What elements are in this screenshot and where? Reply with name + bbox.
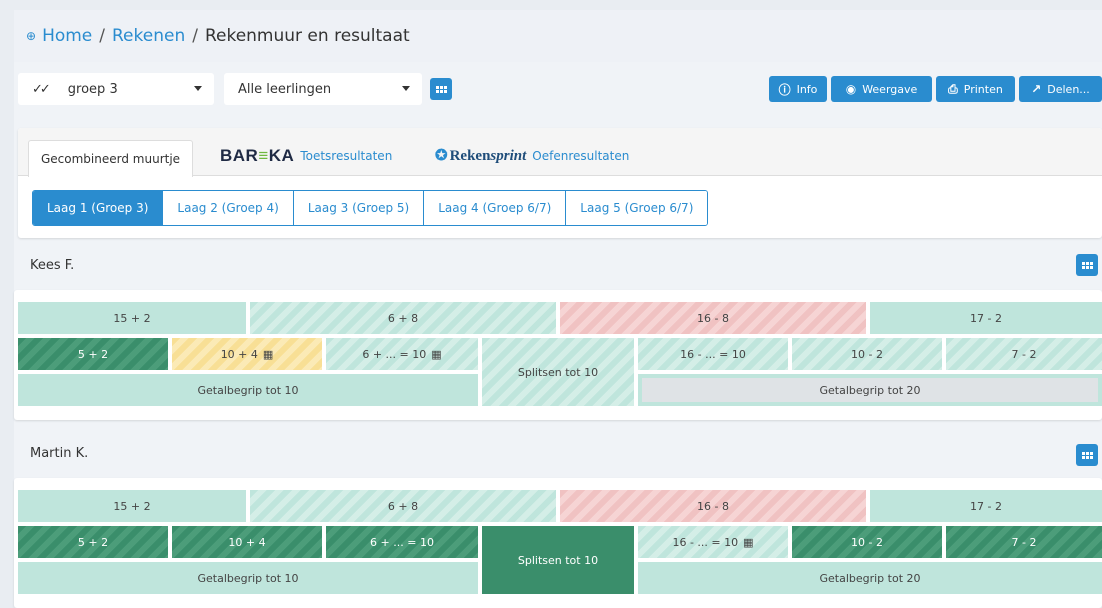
wall-cell-label: 10 + 4 — [220, 347, 258, 361]
grid-view-button[interactable] — [430, 78, 452, 100]
wall-cell[interactable]: 6 + 8 — [250, 490, 556, 522]
view-button-label: Weergave — [862, 82, 918, 96]
toolbar: ✓✓ groep 3 Alle leerlingen ⓘ Info ◉ Weer… — [18, 73, 1102, 105]
breadcrumb-separator: / — [192, 26, 198, 46]
double-check-icon: ✓✓ — [32, 81, 51, 97]
wall-cell[interactable]: 6 + ... = 10 ▦ — [326, 338, 478, 370]
wall-cell[interactable]: 6 + 8 — [250, 302, 556, 334]
wall-cell[interactable]: 10 - 2 — [792, 338, 942, 370]
bareka-logo: BAR≡KA — [220, 146, 295, 165]
grid-icon — [1081, 451, 1093, 459]
wall-cell[interactable]: 7 - 2 — [946, 526, 1102, 558]
tab-combined-wall[interactable]: Gecombineerd muurtje — [28, 140, 194, 177]
source-tabbar: Gecombineerd muurtje BAR≡KA Toetsresulta… — [18, 128, 1102, 177]
grid-icon — [1081, 261, 1093, 269]
share-button-label: Delen... — [1047, 82, 1090, 96]
wall-cell-label: 16 - ... = 10 — [672, 535, 739, 549]
wall-cell[interactable]: 16 - ... = 10 ▦ — [638, 526, 788, 558]
rekensprint-logo: ✪ Rekensprint — [435, 148, 527, 164]
student-wall: 15 + 2 6 + 8 16 - 8 17 - 2 5 + 2 10 + 4 ▦… — [14, 290, 1102, 420]
tab-rekensprint-label: Oefenresultaten — [532, 148, 630, 163]
calendar-icon: ▦ — [431, 347, 442, 361]
wall-cell[interactable]: 7 - 2 — [946, 338, 1102, 370]
breadcrumb: ⊕ Home / Rekenen / Rekenmuur en resultaa… — [14, 10, 1102, 62]
tab-rekensprint[interactable]: ✪ Rekensprint Oefenresultaten — [435, 146, 629, 165]
layer-button-group: Laag 1 (Groep 3) Laag 2 (Groep 4) Laag 3… — [32, 190, 709, 226]
wall-tabs-card: Gecombineerd muurtje BAR≡KA Toetsresulta… — [18, 128, 1102, 238]
student-name: Kees F. — [30, 258, 75, 273]
share-button[interactable]: ↗ Delen... — [1019, 76, 1102, 102]
calendar-icon: ▦ — [743, 535, 754, 549]
wall-cell[interactable]: 17 - 2 — [870, 490, 1102, 522]
breadcrumb-rekenen-link[interactable]: Rekenen — [112, 26, 185, 46]
info-button-label: Info — [796, 82, 818, 96]
runner-icon: ✪ — [435, 148, 448, 164]
page: ⊕ Home / Rekenen / Rekenmuur en resultaa… — [14, 10, 1102, 608]
wall-cell-container: Getalbegrip tot 20 — [638, 374, 1102, 406]
wall-cell[interactable]: 5 + 2 — [18, 338, 168, 370]
wall-cell[interactable]: 16 - 8 — [560, 302, 866, 334]
group-select[interactable]: ✓✓ groep 3 — [18, 73, 214, 105]
print-button-label: Printen — [963, 82, 1003, 96]
info-icon: ⓘ — [778, 82, 791, 97]
layer-4-button[interactable]: Laag 4 (Groep 6/7) — [423, 191, 566, 225]
wall-cell[interactable]: 15 + 2 — [18, 302, 246, 334]
wall-cell[interactable]: 16 - ... = 10 — [638, 338, 788, 370]
breadcrumb-home-link[interactable]: Home — [42, 26, 92, 46]
students-select-value: Alle leerlingen — [238, 81, 332, 97]
breadcrumb-separator: / — [99, 26, 105, 46]
layer-3-button[interactable]: Laag 3 (Groep 5) — [292, 191, 424, 225]
wall-cell[interactable]: 10 + 4 ▦ — [172, 338, 322, 370]
student-wall: 15 + 2 6 + 8 16 - 8 17 - 2 5 + 2 10 + 4 … — [14, 478, 1102, 608]
tab-bareka-label: Toetsresultaten — [300, 149, 393, 163]
print-button[interactable]: ⎙ Printen — [936, 76, 1015, 102]
layer-1-button[interactable]: Laag 1 (Groep 3) — [33, 191, 163, 225]
wall-cell[interactable]: 17 - 2 — [870, 302, 1102, 334]
wall-cell[interactable]: Getalbegrip tot 10 — [18, 562, 478, 594]
eye-icon: ◉ — [845, 82, 857, 96]
layer-2-button[interactable]: Laag 2 (Groep 4) — [162, 191, 293, 225]
student-name: Martin K. — [30, 446, 89, 461]
student-grid-button[interactable] — [1076, 254, 1098, 276]
student-grid-button[interactable] — [1076, 444, 1098, 466]
grid-icon — [435, 85, 447, 93]
wall-cell[interactable]: 15 + 2 — [18, 490, 246, 522]
caret-down-icon — [402, 86, 410, 91]
view-button[interactable]: ◉ Weergave — [831, 76, 932, 102]
wall-cell[interactable]: Splitsen tot 10 — [482, 338, 634, 406]
info-button[interactable]: ⓘ Info — [769, 76, 827, 102]
wall-cell[interactable]: 10 - 2 — [792, 526, 942, 558]
wall-cell[interactable]: 5 + 2 — [18, 526, 168, 558]
wall-cell[interactable]: Getalbegrip tot 20 — [638, 562, 1102, 594]
wall-cell[interactable]: 16 - 8 — [560, 490, 866, 522]
wall-cell[interactable]: Getalbegrip tot 20 — [642, 378, 1098, 402]
wall-cell[interactable]: Splitsen tot 10 — [482, 526, 634, 594]
students-select[interactable]: Alle leerlingen — [224, 73, 422, 105]
breadcrumb-current: Rekenmuur en resultaat — [204, 26, 410, 46]
wall-cell[interactable]: 6 + ... = 10 — [326, 526, 478, 558]
wall-cell[interactable]: 10 + 4 — [172, 526, 322, 558]
group-select-value: groep 3 — [67, 81, 118, 97]
tab-bareka[interactable]: BAR≡KA Toetsresultaten — [220, 146, 392, 166]
home-circle-icon: ⊕ — [26, 29, 37, 43]
share-icon: ↗ — [1031, 82, 1042, 96]
layer-5-button[interactable]: Laag 5 (Groep 6/7) — [565, 191, 708, 225]
tab-combined-label: Gecombineerd muurtje — [41, 152, 181, 166]
printer-icon: ⎙ — [948, 81, 958, 96]
calendar-icon: ▦ — [262, 347, 274, 361]
wall-cell[interactable]: Getalbegrip tot 10 — [18, 374, 478, 406]
wall-cell-label: 6 + ... = 10 — [362, 347, 427, 361]
caret-down-icon — [194, 86, 202, 91]
